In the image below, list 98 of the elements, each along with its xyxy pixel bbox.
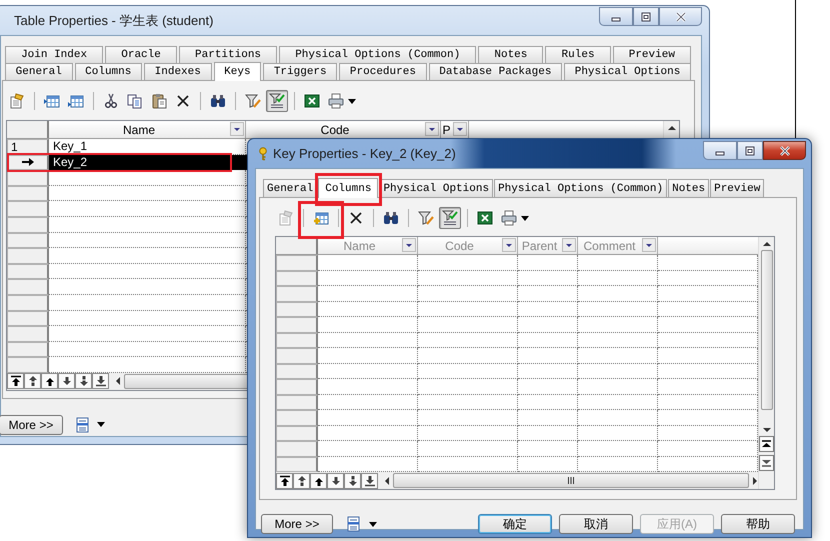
- tab[interactable]: Triggers: [263, 63, 338, 80]
- table-cell: [518, 348, 578, 364]
- more-button[interactable]: More >>: [0, 414, 63, 435]
- tab[interactable]: Notes: [668, 179, 710, 197]
- scroll-first-button[interactable]: [759, 436, 774, 452]
- page-up-button[interactable]: [293, 472, 310, 488]
- table-cell: [518, 302, 578, 317]
- move-down-button[interactable]: [58, 373, 75, 390]
- move-first-button[interactable]: [276, 472, 293, 488]
- scroll-left-icon[interactable]: [115, 377, 121, 386]
- table-cell[interactable]: Key_2: [49, 154, 246, 170]
- column-header[interactable]: P: [441, 121, 469, 138]
- move-up-button[interactable]: [41, 373, 58, 390]
- maximize-icon: [639, 12, 653, 22]
- tab[interactable]: Procedures: [339, 63, 427, 80]
- column-header[interactable]: Code: [246, 121, 441, 138]
- bar-up-arrow-icon: [10, 375, 22, 388]
- tab[interactable]: Indexes: [144, 63, 212, 80]
- page-down-button[interactable]: [75, 373, 92, 390]
- double-down-arrow-icon: [346, 474, 358, 486]
- scroll-up-icon[interactable]: [762, 241, 770, 247]
- scroll-thumb[interactable]: [393, 473, 749, 488]
- bar-down-arrow-icon: [762, 459, 771, 467]
- tab[interactable]: Keys: [214, 62, 262, 81]
- close-icon: [778, 146, 792, 156]
- caret-icon: [348, 98, 356, 104]
- close-button[interactable]: [763, 141, 806, 160]
- caret-icon: [521, 216, 529, 220]
- caret-icon[interactable]: [369, 522, 377, 526]
- scroll-left-icon[interactable]: [384, 476, 390, 484]
- scroll-up-icon[interactable]: [668, 125, 676, 131]
- more-button[interactable]: More >>: [261, 514, 333, 534]
- table-cell: [518, 426, 578, 441]
- maximize-button[interactable]: [633, 7, 659, 26]
- tab[interactable]: Preview: [612, 46, 692, 63]
- down-arrow-icon: [330, 474, 342, 486]
- key-icon: [257, 146, 269, 160]
- table-cell: [518, 441, 578, 456]
- scroll-down-icon[interactable]: [762, 427, 770, 433]
- maximize-icon: [743, 146, 757, 156]
- tab[interactable]: Physical Options: [564, 63, 691, 80]
- move-first-button[interactable]: [7, 373, 24, 390]
- window-title: Key Properties - Key_2 (Key_2): [273, 146, 456, 161]
- double-down-arrow-icon: [78, 375, 90, 388]
- move-down-button[interactable]: [327, 472, 344, 488]
- tab[interactable]: Join Index: [5, 46, 104, 63]
- document-list-icon[interactable]: [75, 416, 91, 433]
- table-cell: [518, 379, 578, 394]
- document-list-icon[interactable]: [346, 516, 362, 532]
- minimize-button[interactable]: [703, 141, 737, 160]
- page-up-button[interactable]: [24, 373, 41, 390]
- tab[interactable]: Notes: [478, 46, 544, 63]
- table-cell: [518, 270, 578, 286]
- vertical-scroll-thumb[interactable]: [760, 250, 772, 410]
- table-plus-icon: [313, 210, 329, 226]
- down-arrow-icon: [60, 375, 72, 388]
- table-cell: [518, 332, 578, 348]
- table-cell: [518, 394, 578, 410]
- tab[interactable]: Database Packages: [428, 63, 562, 80]
- move-up-button[interactable]: [310, 472, 327, 488]
- tab[interactable]: Physical Options (Common): [279, 46, 476, 63]
- double-up-arrow-icon: [296, 474, 308, 486]
- dialog-button[interactable]: 取消: [559, 514, 633, 534]
- bar-down-arrow-icon: [364, 474, 376, 486]
- bar-up-arrow-icon: [762, 440, 771, 448]
- maximize-button[interactable]: [737, 141, 763, 160]
- move-last-button[interactable]: [361, 472, 378, 488]
- tab[interactable]: Partitions: [178, 46, 278, 63]
- tab[interactable]: General: [5, 63, 72, 80]
- scroll-last-button[interactable]: [759, 455, 774, 471]
- page-down-button[interactable]: [344, 472, 361, 488]
- double-up-arrow-icon: [26, 375, 38, 388]
- tab[interactable]: Columns: [74, 63, 142, 80]
- caret-icon[interactable]: [97, 422, 105, 428]
- tab[interactable]: Oracle: [105, 46, 177, 63]
- tab[interactable]: Physical Options (Common): [494, 179, 668, 197]
- table-cell: [518, 410, 578, 426]
- bar-down-arrow-icon: [94, 375, 106, 388]
- close-icon: [674, 12, 688, 22]
- bar-up-arrow-icon: [278, 474, 290, 486]
- tab[interactable]: Columns: [318, 178, 378, 198]
- minimize-button[interactable]: [599, 7, 633, 26]
- header-corner: [276, 237, 318, 254]
- window-title: Table Properties - 学生表 (student): [14, 12, 214, 30]
- up-arrow-icon: [44, 375, 56, 388]
- table-cell: [518, 286, 578, 302]
- dialog-button[interactable]: 确定: [478, 514, 552, 534]
- column-header[interactable]: Name: [49, 121, 246, 138]
- tab[interactable]: General: [263, 179, 318, 197]
- table-cell: [518, 317, 578, 332]
- move-last-button[interactable]: [92, 373, 109, 390]
- header-corner: [7, 121, 49, 138]
- dialog-button[interactable]: 帮助: [721, 514, 795, 534]
- tab[interactable]: Preview: [710, 179, 764, 197]
- table-cell: [518, 255, 578, 270]
- tab[interactable]: Rules: [545, 46, 611, 63]
- tab[interactable]: Physical Options: [379, 179, 494, 197]
- table-cell: [518, 364, 578, 379]
